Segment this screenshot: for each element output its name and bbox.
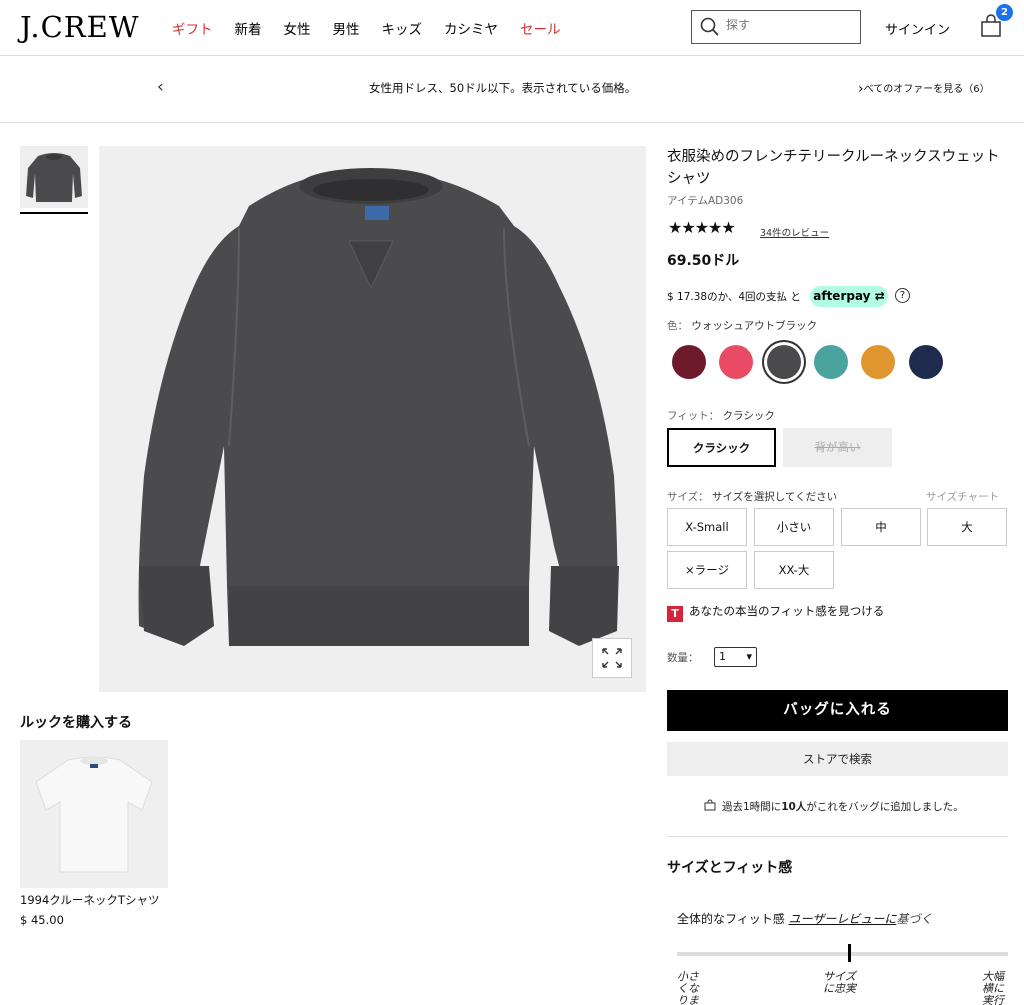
- afterpay-logo: afterpay ⇄: [810, 286, 888, 307]
- fit-label: フィット： クラシック: [667, 408, 775, 423]
- size-option-s[interactable]: 小さい: [754, 508, 834, 546]
- promo-bar: ‹ 女性用ドレス、50ドル以下。表示されている価格。 ›べてのオファーを見る（6…: [0, 57, 1024, 123]
- nav-item-new[interactable]: 新着: [235, 18, 262, 38]
- chevron-down-icon: ▾: [746, 650, 752, 663]
- product-price: 69.50ドル: [667, 253, 740, 269]
- product-title: 衣服染めのフレンチテリークルーネックスウェットシャツ: [667, 149, 1000, 187]
- fit-scale-large: 大幅 横に 実行: [982, 970, 1004, 1005]
- add-to-bag-button[interactable]: バッグに入れる: [667, 690, 1008, 731]
- promo-next-label: べてのオファーを見る（6）: [863, 84, 990, 95]
- product-main-image[interactable]: [99, 146, 646, 692]
- nav-item-gift[interactable]: ギフト: [172, 18, 213, 38]
- rating-stars[interactable]: ★★★★★: [668, 218, 736, 237]
- bag-small-icon: [704, 799, 716, 811]
- fit-option-classic[interactable]: クラシック: [667, 428, 776, 467]
- fit-finder-link[interactable]: T あなたの本当のフィット感を見つける: [667, 603, 884, 622]
- color-key: 色：: [667, 320, 688, 332]
- swatch-washed-black[interactable]: [767, 345, 801, 379]
- quantity-value: 1: [719, 650, 726, 663]
- nav-item-sale[interactable]: セール: [520, 18, 561, 38]
- thumbnail-active-indicator: [20, 212, 88, 214]
- quantity-select[interactable]: 1 ▾: [714, 647, 757, 667]
- size-value: サイズを選択してください: [712, 491, 838, 503]
- swatch-coral[interactable]: [719, 345, 753, 379]
- sweatshirt-thumbnail-image: [26, 153, 82, 202]
- site-header: J.CREW ギフト 新着 女性 男性 キッズ カシミヤ セール サインイン 2: [0, 0, 1024, 56]
- fit-key: フィット：: [667, 410, 720, 422]
- afterpay-message: $ 17.38のか、4回の支払 と: [667, 291, 801, 303]
- bag-count-badge: 2: [996, 4, 1013, 21]
- sweatshirt-image: [138, 168, 619, 646]
- swatch-burgundy[interactable]: [672, 345, 706, 379]
- size-option-xl[interactable]: ×ラージ: [667, 551, 747, 589]
- swatch-teal[interactable]: [814, 345, 848, 379]
- find-in-store-button[interactable]: ストアで検索: [667, 742, 1008, 776]
- fit-scale-true: サイズ に忠実: [823, 970, 856, 995]
- search-input[interactable]: [726, 18, 851, 32]
- overall-fit-tail: 基づく: [896, 912, 933, 926]
- look-item-image[interactable]: [20, 740, 168, 888]
- size-label: サイズ： サイズを選択してください: [667, 489, 837, 504]
- nav-item-men[interactable]: 男性: [333, 18, 360, 38]
- afterpay-brand-text: afterpay: [813, 289, 871, 303]
- fullscreen-button[interactable]: [592, 638, 632, 678]
- swatch-mustard[interactable]: [861, 345, 895, 379]
- promo-prev-arrow[interactable]: ‹: [157, 77, 164, 97]
- fit-finder-text: あなたの本当のフィット感を見つける: [689, 604, 885, 618]
- social-proof-count: 10人: [781, 801, 807, 813]
- promo-next-arrow: ›: [858, 81, 864, 97]
- fit-scale-small: 小さ くな りま: [677, 970, 699, 1005]
- fit-value: クラシック: [722, 410, 775, 422]
- nav-item-cashmere[interactable]: カシミヤ: [444, 18, 498, 38]
- shop-the-look-heading: ルックを購入する: [20, 715, 132, 731]
- look-item-name[interactable]: 1994クルーネックTシャツ: [20, 892, 159, 908]
- product-thumbnail[interactable]: [20, 146, 88, 208]
- quantity-label: 数量：: [667, 652, 699, 664]
- fit-scale-track: [677, 952, 1008, 956]
- color-value: ウォッシュアウトブラック: [691, 320, 818, 332]
- signin-link[interactable]: サインイン: [885, 19, 950, 38]
- expand-icon: [602, 648, 622, 668]
- social-proof-message: 過去1時間に10人がこれをバッグに追加しました。: [704, 799, 964, 814]
- swatch-navy[interactable]: [909, 345, 943, 379]
- fit-scale-marker: [848, 944, 851, 962]
- size-key: サイズ：: [667, 491, 709, 503]
- overall-fit-text: 全体的なフィット感: [677, 912, 785, 926]
- info-icon[interactable]: ?: [895, 288, 910, 303]
- true-fit-icon: T: [667, 606, 683, 622]
- section-divider: [667, 836, 1008, 837]
- size-option-xxl[interactable]: XX-大: [754, 551, 834, 589]
- size-chart-link[interactable]: サイズチャート: [926, 489, 999, 504]
- look-item-price: $ 45.00: [20, 913, 64, 927]
- search-box[interactable]: [691, 10, 861, 44]
- reviews-link[interactable]: 34件のレビュー: [760, 225, 829, 239]
- promo-message: 女性用ドレス、50ドル以下。表示されている価格。: [369, 81, 637, 95]
- size-option-m[interactable]: 中: [841, 508, 921, 546]
- brand-logo[interactable]: J.CREW: [20, 10, 140, 44]
- search-icon: [700, 17, 719, 36]
- item-code: アイテムAD306: [667, 195, 744, 207]
- nav-item-women[interactable]: 女性: [284, 18, 311, 38]
- main-nav: ギフト 新着 女性 男性 キッズ カシミヤ セール: [172, 18, 583, 38]
- size-option-l[interactable]: 大: [927, 508, 1007, 546]
- size-fit-heading: サイズとフィット感: [667, 860, 793, 876]
- user-reviews-link[interactable]: ユーザーレビューに: [789, 912, 897, 926]
- nav-item-kids[interactable]: キッズ: [382, 18, 423, 38]
- overall-fit-label: 全体的なフィット感 ユーザーレビューに基づく: [677, 910, 932, 927]
- fit-option-tall[interactable]: 背が高い: [783, 428, 892, 467]
- social-proof-pre: 過去1時間に: [722, 801, 782, 813]
- social-proof-post: がこれをバッグに追加しました。: [806, 801, 964, 813]
- size-option-xs[interactable]: X-Small: [667, 508, 747, 546]
- color-label: 色： ウォッシュアウトブラック: [667, 318, 817, 333]
- tshirt-image: [35, 756, 153, 873]
- promo-all-offers-link[interactable]: ›べてのオファーを見る（6）: [858, 80, 990, 97]
